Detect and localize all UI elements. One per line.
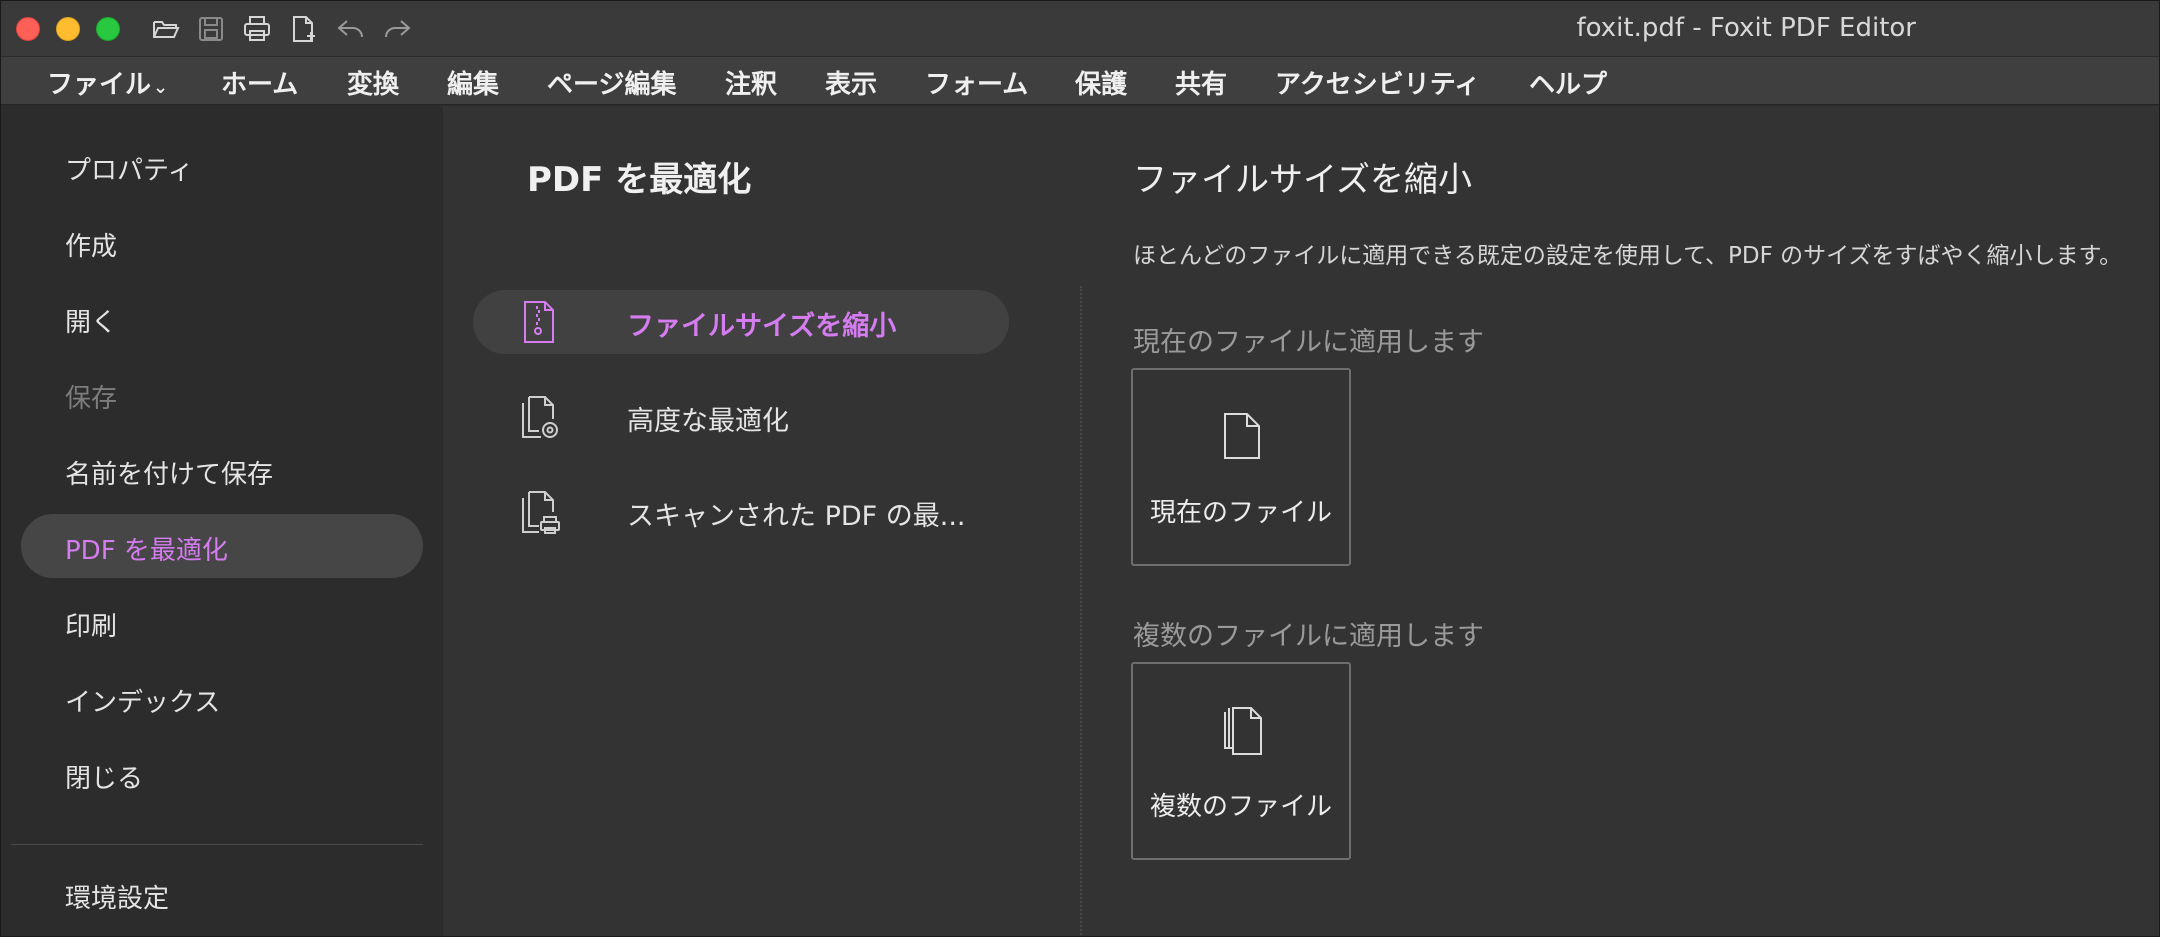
current-file-section-label: 現在のファイルに適用します	[1133, 327, 1484, 358]
option-optimize-scanned-pdf[interactable]: スキャンされた PDF の最...	[473, 480, 1009, 544]
menu-bar: ファイル ⌄ ホーム 変換 編集 ページ編集 注釈 表示 フォーム 保護 共有 ア…	[1, 57, 2159, 105]
sidebar-item-create[interactable]: 作成	[21, 210, 423, 274]
document-icon	[1219, 410, 1265, 462]
menu-share[interactable]: 共有	[1175, 64, 1227, 101]
reduce-size-content: ファイルサイズを縮小 ほとんどのファイルに適用できる既定の設定を使用して、PDF…	[1083, 106, 2159, 936]
menu-organize[interactable]: ページ編集	[547, 64, 676, 101]
panel-title: PDF を最適化	[527, 160, 752, 200]
title-bar: foxit.pdf - Foxit PDF Editor	[1, 1, 2159, 57]
multiple-documents-icon	[1219, 704, 1265, 756]
current-file-button[interactable]: 現在のファイル	[1131, 368, 1351, 566]
sidebar-item-optimize-pdf[interactable]: PDF を最適化	[21, 514, 423, 578]
content-description: ほとんどのファイルに適用できる既定の設定を使用して、PDF のサイズをすばやく縮…	[1133, 243, 2123, 269]
content-title: ファイルサイズを縮小	[1133, 160, 1472, 200]
sidebar-item-print[interactable]: 印刷	[21, 590, 423, 654]
menu-home[interactable]: ホーム	[221, 64, 298, 101]
redo-icon[interactable]	[380, 13, 414, 45]
chevron-down-icon: ⌄	[153, 77, 169, 98]
menu-accessibility[interactable]: アクセシビリティ	[1275, 64, 1480, 101]
maximize-window-button[interactable]	[96, 17, 120, 41]
open-folder-icon[interactable]	[149, 13, 183, 45]
menu-view[interactable]: 表示	[825, 64, 877, 101]
files-gear-icon	[517, 393, 561, 441]
multiple-files-section-label: 複数のファイルに適用します	[1133, 621, 1484, 652]
undo-icon[interactable]	[334, 13, 368, 45]
zip-file-icon	[517, 298, 561, 346]
menu-help[interactable]: ヘルプ	[1529, 64, 1607, 101]
files-scanner-icon	[517, 488, 561, 536]
menu-protect[interactable]: 保護	[1075, 64, 1127, 101]
app-window: foxit.pdf - Foxit PDF Editor ファイル ⌄ ホーム 変…	[0, 0, 2160, 937]
minimize-window-button[interactable]	[56, 17, 80, 41]
sidebar-item-preferences[interactable]: 環境設定	[21, 862, 423, 926]
save-icon[interactable]	[194, 13, 228, 45]
panel-separator	[1080, 286, 1082, 936]
menu-convert[interactable]: 変換	[347, 64, 399, 101]
menu-form[interactable]: フォーム	[925, 64, 1028, 101]
close-window-button[interactable]	[16, 17, 40, 41]
option-advanced-optimization[interactable]: 高度な最適化	[473, 385, 1009, 449]
file-sidebar: プロパティ 作成 開く 保存 名前を付けて保存 PDF を最適化 印刷 インデッ…	[1, 106, 443, 936]
sidebar-item-properties[interactable]: プロパティ	[21, 134, 423, 198]
menu-edit[interactable]: 編集	[447, 64, 499, 101]
option-reduce-file-size[interactable]: ファイルサイズを縮小	[473, 290, 1009, 354]
sidebar-item-index[interactable]: インデックス	[21, 666, 423, 730]
sidebar-divider	[11, 844, 423, 845]
new-document-icon[interactable]	[287, 13, 321, 45]
menu-comment[interactable]: 注釈	[725, 64, 777, 101]
sidebar-item-open[interactable]: 開く	[21, 286, 423, 350]
sidebar-item-save-as[interactable]: 名前を付けて保存	[21, 438, 423, 502]
optimize-options-panel: PDF を最適化 ファイルサイズを縮小 高度な最適化 スキャンされた PDF の…	[443, 106, 1083, 936]
sidebar-item-close[interactable]: 閉じる	[21, 742, 423, 806]
window-title: foxit.pdf - Foxit PDF Editor	[1576, 13, 1916, 43]
sidebar-item-save: 保存	[65, 384, 118, 414]
print-icon[interactable]	[240, 13, 274, 45]
menu-file[interactable]: ファイル ⌄	[47, 64, 168, 101]
multiple-files-button[interactable]: 複数のファイル	[1131, 662, 1351, 860]
